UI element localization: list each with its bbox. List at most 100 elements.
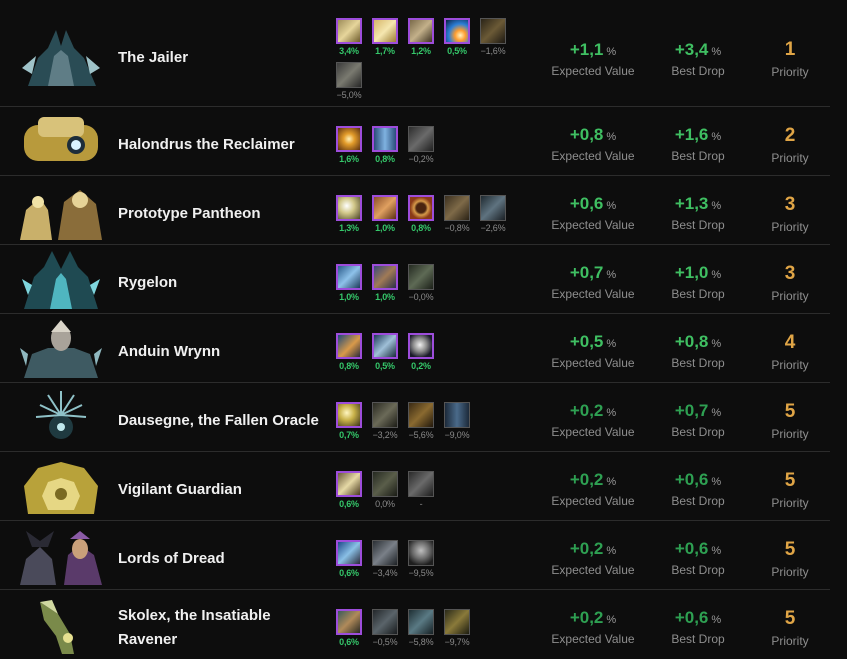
loot-item[interactable]: 0,0%	[371, 471, 399, 509]
belt-icon	[336, 62, 362, 88]
boss-name: Anduin Wrynn	[118, 343, 221, 360]
loot-item[interactable]: −5,6%	[407, 402, 435, 440]
loot-item[interactable]: −0,2%	[407, 126, 435, 164]
sash-icon	[336, 609, 362, 635]
loot-item[interactable]: −3,2%	[371, 402, 399, 440]
unit-label: %	[606, 200, 617, 212]
expected-value: +0,2% Expected Value	[548, 401, 638, 439]
loot-item[interactable]: −5,8%	[407, 609, 435, 647]
priority: 5 Priority	[760, 539, 820, 579]
best-drop: +1,6% Best Drop	[658, 125, 738, 163]
priority: 4 Priority	[760, 332, 820, 372]
loot-pct: −0,0%	[408, 292, 434, 302]
loot-pct: −5,8%	[408, 637, 434, 647]
loot-item[interactable]: 1,3%	[335, 195, 363, 233]
unit-label: %	[711, 131, 722, 143]
loot-items: 1,0% 1,0% −0,0%	[335, 264, 535, 314]
unit-label: %	[711, 614, 722, 626]
expected-value-label: Expected Value	[551, 218, 635, 232]
boss-row[interactable]: Skolex, the Insatiable Ravener 0,6% −0,5…	[0, 590, 830, 658]
loot-item[interactable]: 0,7%	[335, 402, 363, 440]
boss-row[interactable]: Halondrus the Reclaimer 1,6% 0,8% −0,2% …	[0, 107, 830, 176]
loot-item[interactable]: −3,4%	[371, 540, 399, 578]
boss-name: Vigilant Guardian	[118, 481, 242, 498]
expected-value-number: +0,7	[569, 263, 604, 282]
loot-item[interactable]: −0,5%	[371, 609, 399, 647]
boss-row[interactable]: The Jailer 3,4% 1,7% 1,2% 0,5% −1,6% −5,…	[0, 0, 830, 107]
best-drop-number: +1,6	[674, 125, 709, 144]
boss-name: Dausegne, the Fallen Oracle	[118, 412, 319, 429]
loot-item[interactable]: 1,0%	[335, 264, 363, 302]
unit-label: %	[606, 131, 617, 143]
unit-label: %	[711, 545, 722, 557]
loot-item[interactable]: −9,0%	[443, 402, 471, 440]
legs-icon	[336, 333, 362, 359]
expected-value-label: Expected Value	[551, 356, 635, 370]
boss-name: Rygelon	[118, 274, 178, 291]
loot-item[interactable]: 0,6%	[335, 540, 363, 578]
unit-label: %	[711, 46, 722, 58]
best-drop-label: Best Drop	[671, 425, 725, 439]
loot-pct: −5,6%	[408, 430, 434, 440]
loot-item[interactable]: 0,5%	[443, 18, 471, 56]
loot-pct: 1,2%	[411, 46, 431, 56]
loot-item[interactable]: −0,0%	[407, 264, 435, 302]
loot-pct: −3,2%	[372, 430, 398, 440]
priority-number: 5	[784, 608, 796, 629]
pantheon-portrait	[18, 180, 104, 240]
helmet-icon	[408, 540, 434, 566]
priority-number: 3	[784, 194, 796, 215]
boss-row[interactable]: Anduin Wrynn 0,8% 0,5% 0,2% +0,5% Expect…	[0, 314, 830, 383]
loot-item[interactable]: 1,0%	[371, 264, 399, 302]
boss-row[interactable]: Rygelon 1,0% 1,0% −0,0% +0,7% Expected V…	[0, 245, 830, 314]
boss-row[interactable]: Vigilant Guardian 0,6% 0,0% - +0,2% Expe…	[0, 452, 830, 521]
expected-value-label: Expected Value	[551, 64, 635, 78]
anduin-portrait	[18, 318, 104, 378]
loot-item[interactable]: −2,6%	[479, 195, 507, 233]
boss-row[interactable]: Prototype Pantheon 1,3% 1,0% 0,8% −0,8% …	[0, 176, 830, 245]
burst-icon	[336, 126, 362, 152]
loot-item[interactable]: -	[407, 471, 435, 509]
priority: 5 Priority	[760, 401, 820, 441]
loot-items: 1,6% 0,8% −0,2%	[335, 126, 535, 176]
gloves-icon	[372, 609, 398, 635]
loot-pct: 0,2%	[411, 361, 431, 371]
priority: 3 Priority	[760, 194, 820, 234]
leggings-icon	[444, 402, 470, 428]
boss-name: Halondrus the Reclaimer	[118, 136, 295, 153]
cape-icon	[408, 402, 434, 428]
loot-item[interactable]: 0,6%	[335, 471, 363, 509]
loot-item[interactable]: 0,8%	[335, 333, 363, 371]
best-drop-label: Best Drop	[671, 149, 725, 163]
loot-item[interactable]: 0,5%	[371, 333, 399, 371]
loot-item[interactable]: 0,6%	[335, 609, 363, 647]
expected-value: +0,7% Expected Value	[548, 263, 638, 301]
loot-items: 0,8% 0,5% 0,2%	[335, 333, 535, 383]
loot-item[interactable]: −0,8%	[443, 195, 471, 233]
loot-item[interactable]: 1,2%	[407, 18, 435, 56]
boss-row[interactable]: Dausegne, the Fallen Oracle 0,7% −3,2% −…	[0, 383, 830, 452]
boss-name: Skolex, the Insatiable Ravener	[118, 607, 271, 648]
loot-item[interactable]: 0,8%	[407, 195, 435, 233]
pillar-icon	[372, 126, 398, 152]
skolex-portrait	[18, 594, 104, 654]
loot-item[interactable]: 0,8%	[371, 126, 399, 164]
boss-name: Prototype Pantheon	[118, 205, 261, 222]
loot-item[interactable]: −5,0%	[335, 62, 363, 100]
best-drop-label: Best Drop	[671, 356, 725, 370]
cloak-icon	[372, 195, 398, 221]
boss-row[interactable]: Lords of Dread 0,6% −3,4% −9,5% +0,2% Ex…	[0, 521, 830, 590]
loot-item[interactable]: 1,0%	[371, 195, 399, 233]
loot-pct: 0,6%	[339, 499, 359, 509]
priority-number: 2	[784, 125, 796, 146]
best-drop: +0,7% Best Drop	[658, 401, 738, 439]
loot-items: 1,3% 1,0% 0,8% −0,8% −2,6%	[335, 195, 535, 245]
loot-item[interactable]: 0,2%	[407, 333, 435, 371]
loot-item[interactable]: 3,4%	[335, 18, 363, 56]
loot-item[interactable]: 1,6%	[335, 126, 363, 164]
loot-item[interactable]: −9,5%	[407, 540, 435, 578]
loot-item[interactable]: 1,7%	[371, 18, 399, 56]
unit-label: %	[711, 407, 722, 419]
loot-item[interactable]: −9,7%	[443, 609, 471, 647]
loot-item[interactable]: −1,6%	[479, 18, 507, 56]
